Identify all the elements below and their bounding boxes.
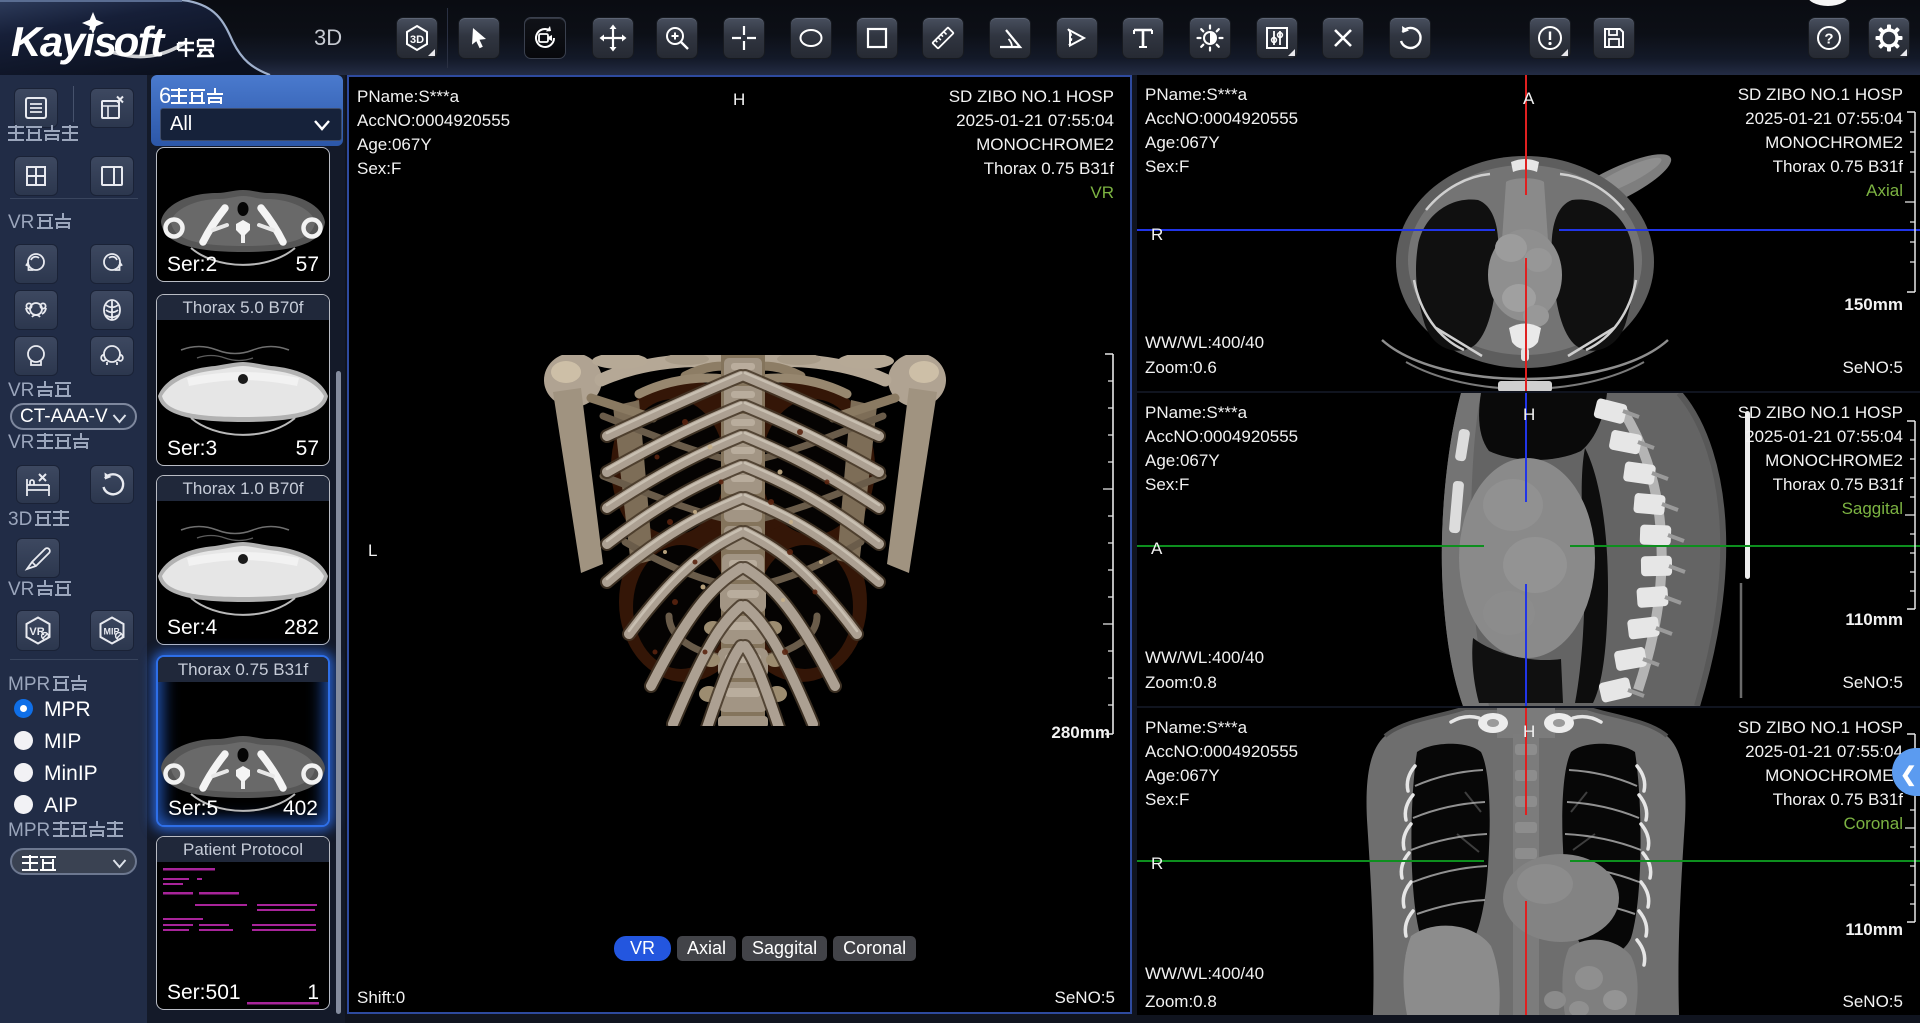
svg-text:3D: 3D bbox=[410, 34, 424, 46]
svg-text:VR: VR bbox=[29, 626, 44, 638]
svg-text:MIP: MIP bbox=[103, 626, 119, 636]
svg-text:?: ? bbox=[1824, 31, 1833, 48]
